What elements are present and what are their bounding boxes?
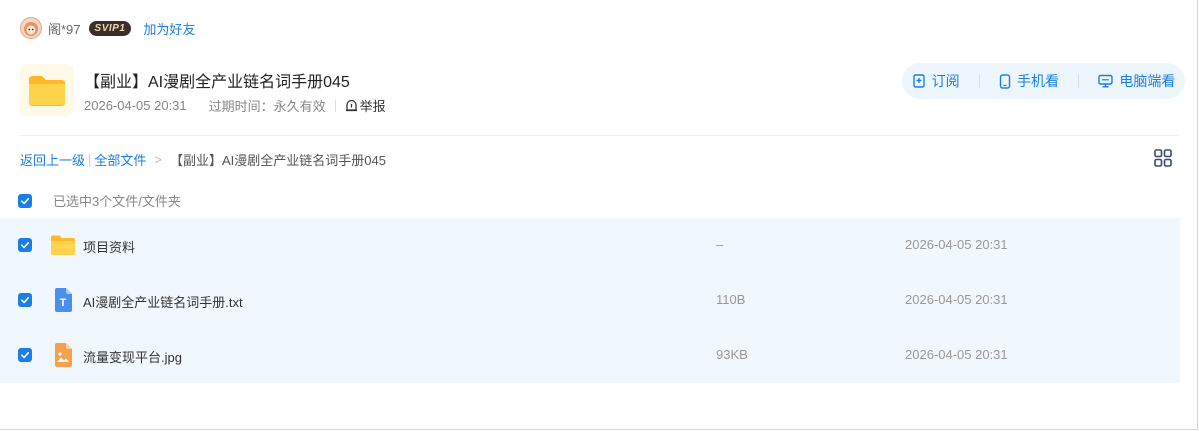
subscribe-label: 订阅 bbox=[931, 73, 960, 89]
grid-view-icon[interactable] bbox=[1153, 148, 1173, 168]
file-date: 2026-04-05 20:31 bbox=[905, 347, 1008, 362]
breadcrumb-separator: > bbox=[154, 152, 163, 167]
report-button[interactable]: 举报 bbox=[345, 96, 386, 115]
folder-icon bbox=[50, 232, 76, 258]
row-checkbox[interactable] bbox=[18, 348, 32, 362]
select-all-row: 已选中3个文件/文件夹 bbox=[18, 191, 181, 210]
monitor-icon bbox=[1098, 74, 1114, 88]
add-friend-link[interactable]: 加为好友 bbox=[143, 19, 195, 38]
all-files-link[interactable]: 全部文件 bbox=[94, 150, 146, 169]
vip-badge: SVIP1 bbox=[88, 20, 132, 36]
file-row[interactable]: 流量变现平台.jpg 93KB 2026-04-05 20:31 bbox=[0, 328, 1180, 383]
pc-view-button[interactable]: 电脑端看 bbox=[1098, 71, 1175, 91]
row-checkbox[interactable] bbox=[18, 293, 32, 307]
file-name[interactable]: AI漫剧全产业链名词手册.txt bbox=[83, 292, 243, 311]
subscribe-button[interactable]: 订阅 bbox=[912, 71, 960, 91]
file-size: 110B bbox=[716, 292, 746, 307]
file-name[interactable]: 项目资料 bbox=[83, 237, 135, 256]
file-size: – bbox=[716, 237, 724, 252]
breadcrumb-current: 【副业】AI漫剧全产业链名词手册045 bbox=[170, 153, 386, 168]
phone-view-label: 手机看 bbox=[1016, 73, 1059, 89]
action-divider bbox=[1078, 74, 1080, 88]
share-title: 【副业】AI漫剧全产业链名词手册045 bbox=[84, 74, 350, 91]
share-meta: 2026-04-05 20:31 过期时间：永久有效 举报 bbox=[84, 96, 386, 115]
header-divider bbox=[20, 135, 1178, 136]
file-name[interactable]: 流量变现平台.jpg bbox=[83, 347, 182, 366]
subscribe-icon bbox=[912, 74, 925, 88]
file-list: 项目资料 – 2026-04-05 20:31 T AI漫剧全产业链名词手册.t… bbox=[0, 218, 1180, 383]
file-date: 2026-04-05 20:31 bbox=[905, 292, 1008, 307]
share-date: 2026-04-05 20:31 bbox=[84, 98, 187, 113]
breadcrumb: 返回上一级 | 全部文件 > 【副业】AI漫剧全产业链名词手册045 bbox=[20, 150, 386, 169]
txt-file-icon: T bbox=[50, 287, 76, 313]
report-icon bbox=[345, 99, 357, 112]
back-link[interactable]: 返回上一级 bbox=[20, 150, 85, 169]
folder-icon bbox=[20, 64, 74, 116]
check-icon bbox=[21, 297, 30, 304]
check-icon bbox=[21, 352, 30, 359]
pc-view-label: 电脑端看 bbox=[1119, 73, 1176, 89]
row-checkbox[interactable] bbox=[18, 238, 32, 252]
share-header: 【副业】AI漫剧全产业链名词手册045 2026-04-05 20:31 过期时… bbox=[20, 63, 1185, 117]
check-icon bbox=[21, 197, 30, 204]
image-file-icon bbox=[50, 342, 76, 368]
file-row[interactable]: T AI漫剧全产业链名词手册.txt 110B 2026-04-05 20:31 bbox=[0, 273, 1180, 328]
check-icon bbox=[21, 242, 30, 249]
file-date: 2026-04-05 20:31 bbox=[905, 237, 1008, 252]
phone-view-button[interactable]: 手机看 bbox=[999, 71, 1059, 91]
username: 阁*97 bbox=[48, 21, 81, 37]
avatar[interactable] bbox=[20, 17, 42, 39]
file-size: 93KB bbox=[716, 347, 748, 362]
phone-icon bbox=[999, 73, 1011, 89]
report-label: 举报 bbox=[359, 99, 386, 114]
action-divider bbox=[978, 74, 980, 88]
file-row[interactable]: 项目资料 – 2026-04-05 20:31 bbox=[0, 218, 1180, 273]
expire-text: 过期时间：永久有效 bbox=[208, 99, 326, 114]
selection-count: 已选中3个文件/文件夹 bbox=[53, 194, 181, 209]
svg-text:T: T bbox=[60, 297, 67, 309]
share-actions: 订阅 手机看 电脑端看 bbox=[902, 63, 1185, 99]
select-all-checkbox[interactable] bbox=[18, 193, 32, 208]
user-bar: 阁*97 SVIP1 加为好友 bbox=[20, 17, 195, 39]
meta-divider bbox=[334, 99, 336, 112]
breadcrumb-divider: | bbox=[88, 152, 92, 167]
